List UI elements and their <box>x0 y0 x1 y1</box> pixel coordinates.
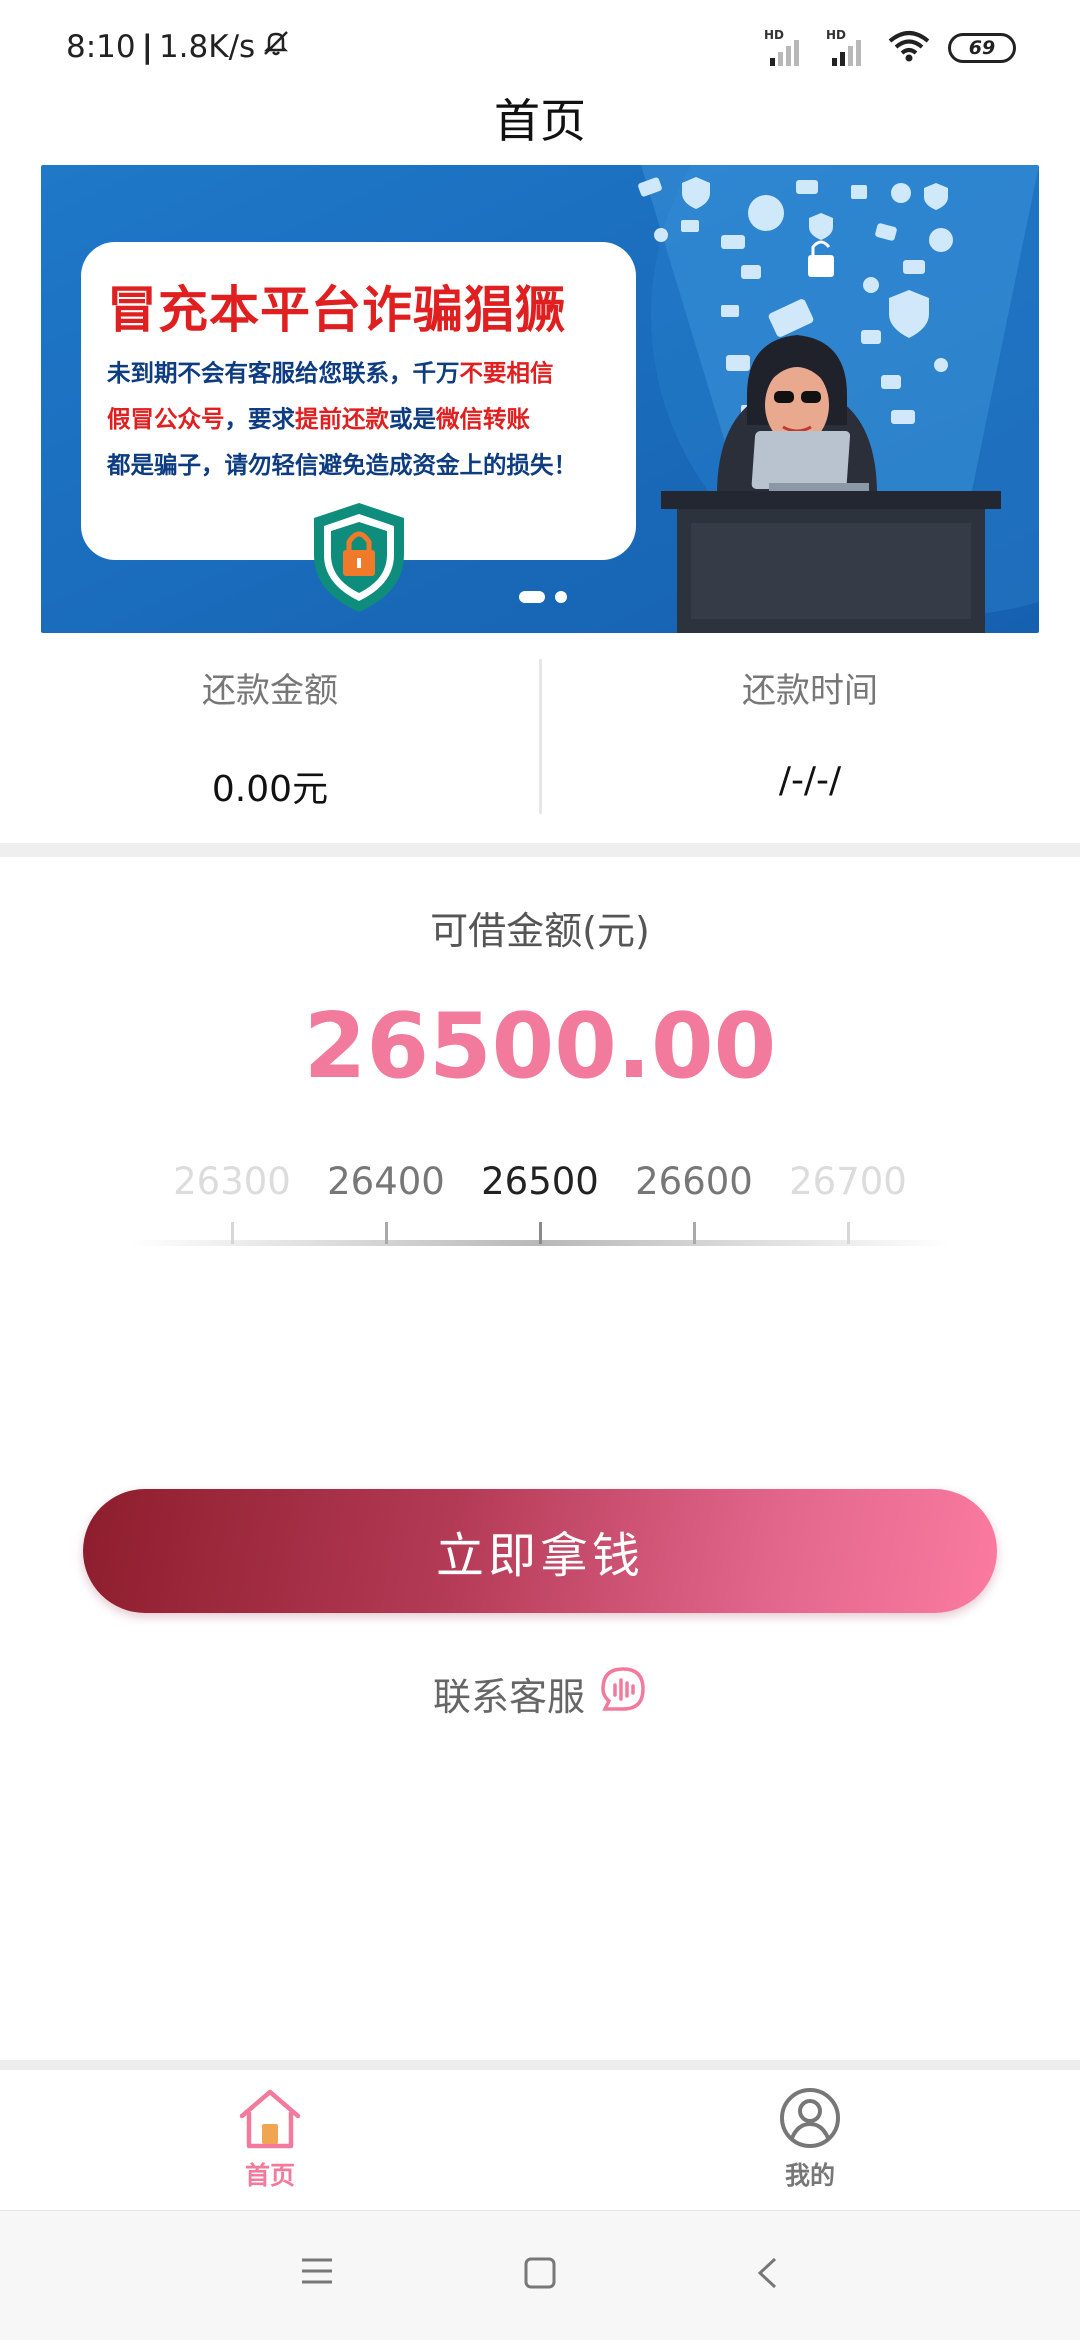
loan-amount-label: 可借金额(元) <box>430 909 650 953</box>
nav-item-home[interactable]: 首页 <box>170 2086 370 2192</box>
bottom-nav-separator <box>0 2060 1080 2070</box>
section-separator <box>0 843 1080 857</box>
status-time: 8:10 <box>66 29 136 65</box>
status-bar: 8:10 | 1.8K/s HD HD 69 <box>0 0 1080 96</box>
ruler-tick <box>231 1222 234 1244</box>
nav-item-mine[interactable]: 我的 <box>710 2086 910 2192</box>
status-separator: | <box>141 29 153 65</box>
anti-fraud-banner[interactable]: 冒充本平台诈骗猖獗 未到期不会有客服给您联系，千万不要相信 假冒公众号，要求提前… <box>41 165 1039 633</box>
ruler-value[interactable]: 26300 <box>142 1160 322 1203</box>
amount-ruler-labels[interactable]: 26300 26400 26500 26600 26700 <box>0 1160 1080 1210</box>
ruler-value[interactable]: 26600 <box>604 1160 784 1203</box>
home-icon <box>239 2089 301 2149</box>
menu-icon[interactable] <box>300 2256 334 2290</box>
repayment-amount-col: 还款金额 0.00元 <box>0 633 540 812</box>
ruler-value[interactable]: 26700 <box>758 1160 938 1203</box>
ruler-tick <box>385 1222 388 1244</box>
banner-line-3: 都是骗子，请勿轻信避免造成资金上的损失！ <box>107 451 577 479</box>
get-money-button[interactable]: 立即拿钱 <box>83 1489 997 1613</box>
ruler-tick <box>847 1222 850 1244</box>
signal-sim2-icon: HD <box>826 28 870 66</box>
loan-amount-value: 26500.00 <box>303 994 777 1099</box>
banner-line-1: 未到期不会有客服给您联系，千万不要相信 <box>107 359 554 387</box>
ruler-tick <box>539 1222 542 1244</box>
repayment-summary: 还款金额 0.00元 还款时间 /-/-/ <box>0 633 1080 843</box>
banner-pagination <box>519 591 567 603</box>
back-icon[interactable] <box>755 2256 779 2294</box>
ruler-value[interactable]: 26500 <box>450 1160 630 1203</box>
signal-sim1-icon: HD <box>764 28 808 66</box>
nav-label-mine: 我的 <box>784 2161 835 2190</box>
voice-chat-icon <box>599 1665 647 1722</box>
banner-dot-active[interactable] <box>519 591 545 603</box>
wifi-icon <box>888 30 930 66</box>
contact-service-label: 联系客服 <box>432 1675 585 1719</box>
repayment-amount-label: 还款金额 <box>202 671 338 711</box>
banner-line-2: 假冒公众号，要求提前还款或是微信转账 <box>107 405 530 433</box>
ruler-tick <box>693 1222 696 1244</box>
banner-dot[interactable] <box>555 591 567 603</box>
mute-bell-icon <box>261 28 291 66</box>
battery-indicator: 69 <box>948 33 1016 63</box>
system-nav-bar <box>0 2210 1080 2340</box>
home-square-icon[interactable] <box>523 2256 557 2294</box>
shield-lock-icon <box>314 503 404 612</box>
banner-headline: 冒充本平台诈骗猖獗 <box>107 281 566 339</box>
network-speed: 1.8K/s <box>158 29 256 65</box>
ruler-value[interactable]: 26400 <box>296 1160 476 1203</box>
repayment-time-label: 还款时间 <box>742 671 878 711</box>
repayment-time-col: 还款时间 /-/-/ <box>540 633 1080 801</box>
page-title: 首页 <box>494 94 586 148</box>
status-right: HD HD 69 <box>764 28 1016 66</box>
contact-service-link[interactable]: 联系客服 <box>0 1665 1080 1722</box>
bottom-nav: 首页 我的 <box>0 2070 1080 2210</box>
profile-icon <box>780 2088 840 2148</box>
repayment-amount-value: 0.00元 <box>211 769 329 810</box>
repayment-time-value: /-/-/ <box>778 760 842 801</box>
nav-label-home: 首页 <box>244 2161 295 2190</box>
status-left: 8:10 | 1.8K/s <box>66 28 291 66</box>
